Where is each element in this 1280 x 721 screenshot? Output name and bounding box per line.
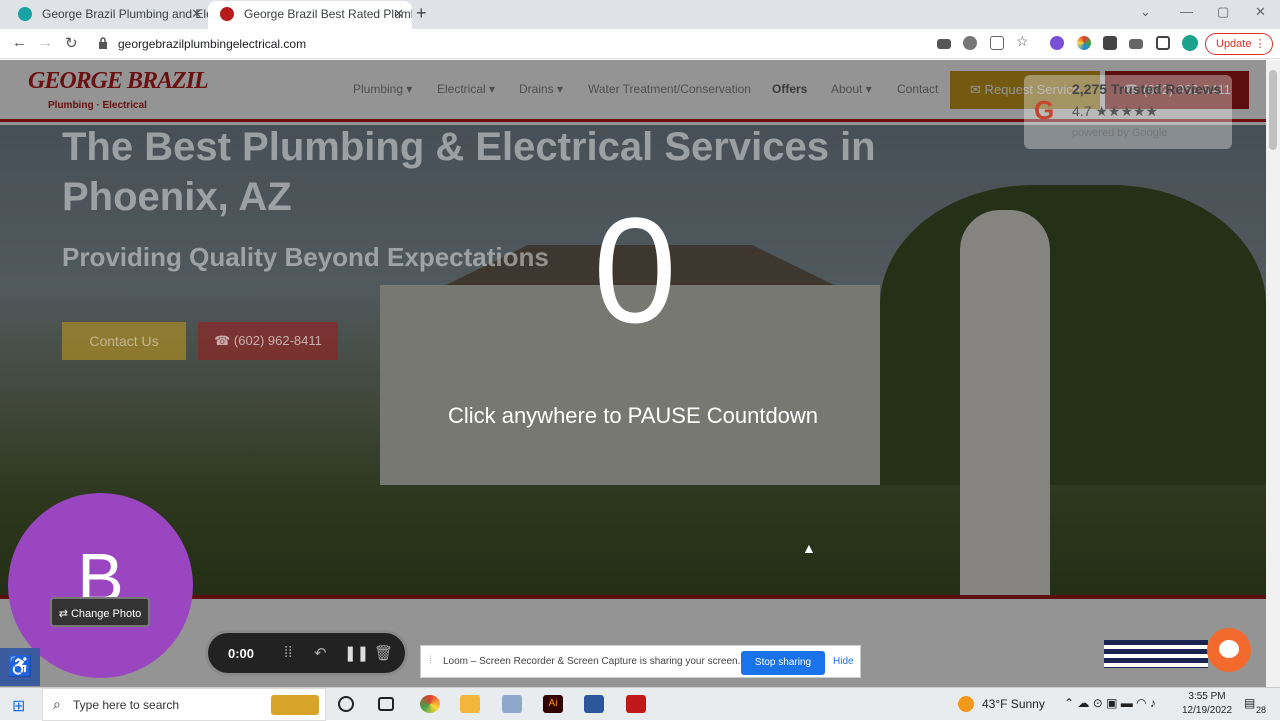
- chrome-taskbar-icon[interactable]: [420, 695, 440, 713]
- tab-george-brazil-2[interactable]: George Brazil Best Rated Plumbi ✕: [208, 1, 412, 29]
- bookmark-star-icon[interactable]: ☆: [1016, 33, 1029, 50]
- system-clock[interactable]: 3:55 PM 12/19/2022: [1182, 690, 1232, 718]
- google-logo-icon: G: [1034, 95, 1055, 125]
- illustrator-icon[interactable]: Ai: [543, 695, 563, 713]
- pause-countdown-text[interactable]: Click anywhere to PAUSE Countdown: [0, 403, 1266, 429]
- reload-icon[interactable]: ↻: [65, 34, 78, 52]
- tab-search-icon[interactable]: ⌄: [1140, 4, 1151, 20]
- review-count: 2,275 Trusted Reviews: [1072, 81, 1222, 97]
- notification-icon[interactable]: ▤: [1244, 696, 1255, 710]
- drag-handle-icon[interactable]: ⁞: [429, 655, 432, 666]
- hide-sharing-bar-button[interactable]: Hide: [833, 656, 854, 667]
- maximize-icon[interactable]: ▢: [1217, 4, 1229, 20]
- extension-icon[interactable]: [1050, 36, 1064, 50]
- scrollbar-thumb[interactable]: [1269, 70, 1277, 150]
- mouse-cursor-icon: ▲: [802, 540, 816, 556]
- address-toolbar: ← → ↻ georgebrazilplumbingelectrical.com…: [0, 29, 1280, 59]
- tab-label: George Brazil Best Rated Plumbi: [244, 7, 412, 21]
- side-panel-icon[interactable]: [1156, 36, 1170, 50]
- new-tab-button[interactable]: +: [416, 3, 427, 24]
- profile-avatar[interactable]: [1182, 35, 1198, 51]
- menu-lines-graphic: [1104, 640, 1208, 668]
- screen-sharing-bar: ⁞ Loom – Screen Recorder & Screen Captur…: [420, 645, 861, 678]
- weather-text[interactable]: 43°F Sunny: [982, 697, 1045, 711]
- countdown-number: 0: [593, 186, 677, 354]
- trash-icon[interactable]: 🗑: [374, 644, 393, 662]
- change-photo-button[interactable]: ⇄ Change Photo: [50, 597, 150, 627]
- url-field[interactable]: georgebrazilplumbingelectrical.com: [118, 37, 306, 51]
- menorah-doodle-icon: [271, 695, 319, 715]
- camera-icon[interactable]: [937, 39, 951, 49]
- notification-count: 28: [1256, 705, 1267, 715]
- lock-icon[interactable]: [98, 37, 108, 49]
- paint-icon[interactable]: [502, 695, 522, 713]
- page-scrollbar[interactable]: [1266, 60, 1280, 687]
- forward-icon[interactable]: →: [38, 34, 53, 51]
- undo-icon[interactable]: ↶: [314, 644, 327, 662]
- clock-time: 3:55 PM: [1188, 691, 1226, 702]
- weather-icon: [958, 696, 974, 712]
- close-tab-icon[interactable]: ✕: [393, 1, 404, 27]
- word-icon[interactable]: [584, 695, 604, 713]
- sharing-message: Loom – Screen Recorder & Screen Capture …: [443, 656, 741, 667]
- color-extension-icon[interactable]: [1077, 36, 1091, 50]
- tab-george-brazil-1[interactable]: George Brazil Plumbing and Elec ✕: [6, 1, 210, 29]
- minimize-icon[interactable]: —: [1180, 4, 1193, 19]
- close-window-icon[interactable]: ✕: [1255, 4, 1266, 20]
- search-icon: ⌕: [53, 696, 61, 712]
- tab-favicon-icon: [220, 7, 234, 21]
- clock-date: 12/19/2022: [1182, 705, 1233, 716]
- review-rating: 4.7 ★★★★★: [1072, 103, 1159, 119]
- google-reviews-badge[interactable]: G 2,275 Trusted Reviews 4.7 ★★★★★ powere…: [1024, 75, 1232, 149]
- update-label: Update: [1216, 38, 1252, 50]
- mcafee-icon[interactable]: [626, 695, 646, 713]
- search-placeholder: Type here to search: [73, 698, 180, 712]
- puzzle-extensions-icon[interactable]: [1103, 36, 1117, 50]
- taskbar-search[interactable]: ⌕ Type here to search: [42, 688, 326, 721]
- cortana-icon[interactable]: [338, 696, 354, 712]
- recording-controls: 0:00 ⁞⁞ ↶ ❚❚ 🗑: [205, 630, 408, 676]
- key-icon[interactable]: [963, 36, 977, 50]
- pause-icon[interactable]: ❚❚: [344, 644, 369, 662]
- recording-timer: 0:00: [228, 646, 255, 661]
- close-tab-icon[interactable]: ✕: [191, 1, 202, 27]
- back-icon[interactable]: ←: [12, 34, 27, 51]
- tab-favicon-icon: [18, 7, 32, 21]
- powered-by-google: powered by Google: [1072, 127, 1168, 139]
- windows-taskbar: ⊞ ⌕ Type here to search Ai 43°F Sunny ⌃ …: [0, 687, 1280, 721]
- accessibility-icon[interactable]: ♿: [0, 648, 40, 686]
- share-icon[interactable]: [990, 36, 1004, 50]
- tab-label: George Brazil Plumbing and Elec: [42, 7, 210, 21]
- task-view-icon[interactable]: [378, 697, 394, 711]
- chat-widget-icon[interactable]: [1207, 628, 1251, 672]
- file-explorer-icon[interactable]: [460, 695, 480, 713]
- browser-tab-bar: George Brazil Plumbing and Elec ✕ George…: [0, 0, 1280, 29]
- reading-list-icon[interactable]: [1129, 39, 1143, 49]
- update-button[interactable]: Update ⋮: [1205, 33, 1273, 55]
- windows-start-icon[interactable]: ⊞: [12, 696, 25, 716]
- system-tray-icons[interactable]: ⌃ ☁ ⊙ ▣ ▬ ◠ ♪: [1064, 696, 1156, 710]
- stop-sharing-button[interactable]: Stop sharing: [741, 651, 825, 675]
- drag-handle-icon[interactable]: ⁞⁞: [284, 644, 292, 661]
